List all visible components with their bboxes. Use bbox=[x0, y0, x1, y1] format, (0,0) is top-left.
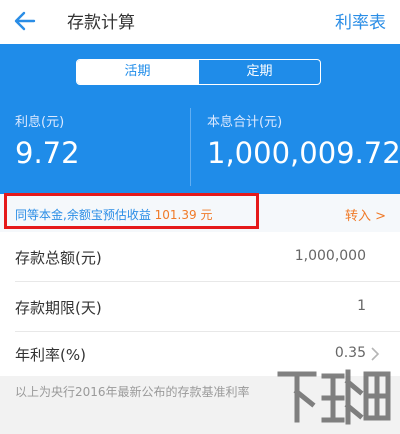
deposit-term-label: 存款期限(天) bbox=[15, 299, 102, 317]
deposit-term-row[interactable]: 存款期限(天) 1 bbox=[0, 282, 400, 332]
tab-demand[interactable]: 活期 bbox=[77, 60, 198, 84]
annual-rate-label: 年利率(%) bbox=[15, 346, 86, 364]
highlight-box bbox=[4, 193, 259, 229]
rate-table-link[interactable]: 利率表 bbox=[335, 8, 386, 33]
page-title: 存款计算 bbox=[67, 13, 135, 33]
tab-fixed[interactable]: 定期 bbox=[199, 60, 320, 84]
deposit-amount-label: 存款总额(元) bbox=[15, 249, 102, 267]
deposit-amount-value[interactable]: 1,000,000 bbox=[295, 248, 366, 264]
result-panel: 活期 定期 利息(元) 9.72 本息合计(元) 1,000,009.72 bbox=[0, 44, 400, 194]
deposit-type-tabs: 活期 定期 bbox=[76, 59, 321, 85]
annual-rate-value[interactable]: 0.35 bbox=[335, 345, 366, 361]
total-label: 本息合计(元) bbox=[207, 115, 283, 130]
chevron-right-icon bbox=[371, 347, 380, 361]
rate-footnote: 以上为央行2016年最新公布的存款基准利率 bbox=[15, 385, 250, 399]
deposit-amount-row[interactable]: 存款总额(元) 1,000,000 bbox=[0, 232, 400, 282]
column-divider bbox=[190, 108, 191, 186]
deposit-term-value[interactable]: 1 bbox=[357, 298, 366, 314]
transfer-in-link[interactable]: 转入 > bbox=[345, 205, 386, 224]
site-watermark-logo bbox=[277, 369, 391, 425]
top-bar: 存款计算 利率表 bbox=[0, 0, 400, 44]
total-value: 1,000,009.72 bbox=[207, 136, 400, 170]
interest-value: 9.72 bbox=[15, 136, 80, 170]
interest-label: 利息(元) bbox=[15, 115, 65, 130]
back-arrow-icon[interactable] bbox=[10, 6, 40, 36]
